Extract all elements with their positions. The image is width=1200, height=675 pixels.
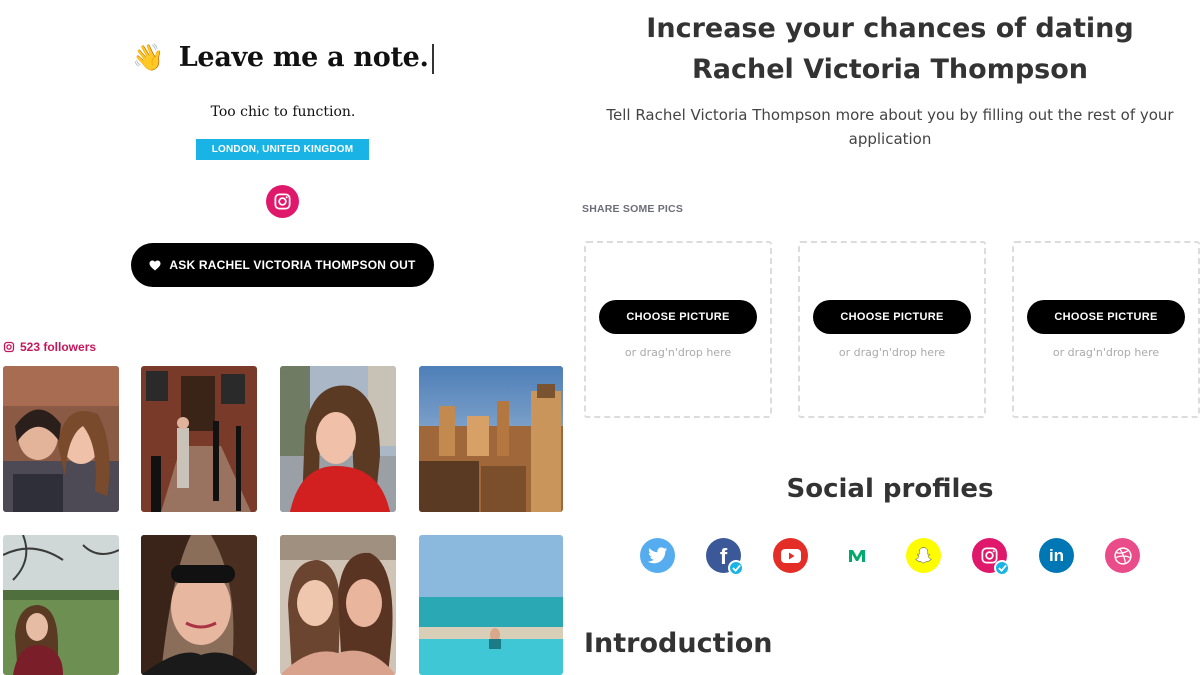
share-pics-label: SHARE SOME PICS	[582, 203, 684, 215]
instagram-photo[interactable]	[419, 366, 563, 512]
twitter-icon[interactable]	[640, 538, 675, 573]
drag-drop-hint: or drag'n'drop here	[624, 346, 732, 359]
choose-picture-button[interactable]: CHOOSE PICTURE	[813, 300, 971, 334]
instagram-photo[interactable]	[141, 366, 257, 512]
drag-drop-hint: or drag'n'drop here	[1052, 346, 1160, 359]
text-caret	[431, 43, 434, 74]
waving-hand-icon: 👋	[132, 42, 165, 73]
heart-icon	[149, 260, 161, 270]
picture-upload-dropzone[interactable]: CHOOSE PICTURE or drag'n'drop here	[1012, 241, 1200, 418]
instagram-link-button[interactable]	[266, 185, 299, 218]
instagram-photo[interactable]	[280, 366, 396, 512]
snapchat-icon[interactable]	[906, 538, 941, 573]
instagram-followers[interactable]: 523 followers	[3, 340, 96, 354]
instagram-small-icon	[3, 341, 15, 353]
snapchat-ghost-glyph	[915, 547, 932, 564]
medium-m-glyph	[848, 549, 865, 562]
connected-check-icon	[728, 560, 744, 576]
choose-picture-button[interactable]: CHOOSE PICTURE	[1027, 300, 1185, 334]
picture-upload-dropzone[interactable]: CHOOSE PICTURE or drag'n'drop here	[798, 241, 986, 418]
youtube-icon[interactable]	[773, 538, 808, 573]
ask-out-label: ASK RACHEL VICTORIA THOMPSON OUT	[169, 258, 416, 272]
application-heading: Increase your chances of dating Rachel V…	[646, 13, 1134, 85]
drag-drop-hint: or drag'n'drop here	[838, 346, 946, 359]
introduction-heading: Introduction	[584, 628, 773, 659]
followers-count: 523 followers	[20, 340, 97, 354]
choose-picture-button[interactable]: CHOOSE PICTURE	[599, 300, 757, 334]
connected-check-icon	[994, 560, 1010, 576]
medium-icon[interactable]	[839, 538, 874, 573]
instagram-photo[interactable]	[280, 535, 396, 675]
youtube-play-glyph	[780, 548, 801, 563]
facebook-f-glyph: f	[719, 543, 728, 569]
note-heading[interactable]: 👋 Leave me a note.	[0, 42, 566, 74]
profile-panel: 👋 Leave me a note. Too chic to function.…	[0, 0, 566, 675]
dribbble-ball-glyph	[1113, 546, 1132, 565]
note-title: Leave me a note.	[179, 42, 434, 74]
linkedin-in-glyph: in	[1048, 545, 1065, 565]
dating-application-page: 👋 Leave me a note. Too chic to function.…	[0, 0, 1200, 675]
linkedin-icon[interactable]: in	[1039, 538, 1074, 573]
profile-tagline: Too chic to function.	[210, 104, 356, 120]
application-subtext: Tell Rachel Victoria Thompson more about…	[606, 106, 1174, 148]
instagram-photo[interactable]	[3, 535, 119, 675]
instagram-photo[interactable]	[3, 366, 119, 512]
facebook-icon[interactable]: f	[706, 538, 744, 576]
social-profiles-title: Social profiles	[786, 474, 994, 504]
ask-out-button[interactable]: ASK RACHEL VICTORIA THOMPSON OUT	[131, 243, 434, 287]
location-badge: LONDON, UNITED KINGDOM	[196, 139, 369, 160]
twitter-bird-glyph	[647, 547, 667, 564]
instagram-icon[interactable]	[972, 538, 1010, 576]
instagram-icon	[274, 193, 291, 210]
picture-upload-dropzone[interactable]: CHOOSE PICTURE or drag'n'drop here	[584, 241, 772, 418]
instagram-photo[interactable]	[141, 535, 257, 675]
dribbble-icon[interactable]	[1105, 538, 1140, 573]
instagram-photo[interactable]	[419, 535, 563, 675]
